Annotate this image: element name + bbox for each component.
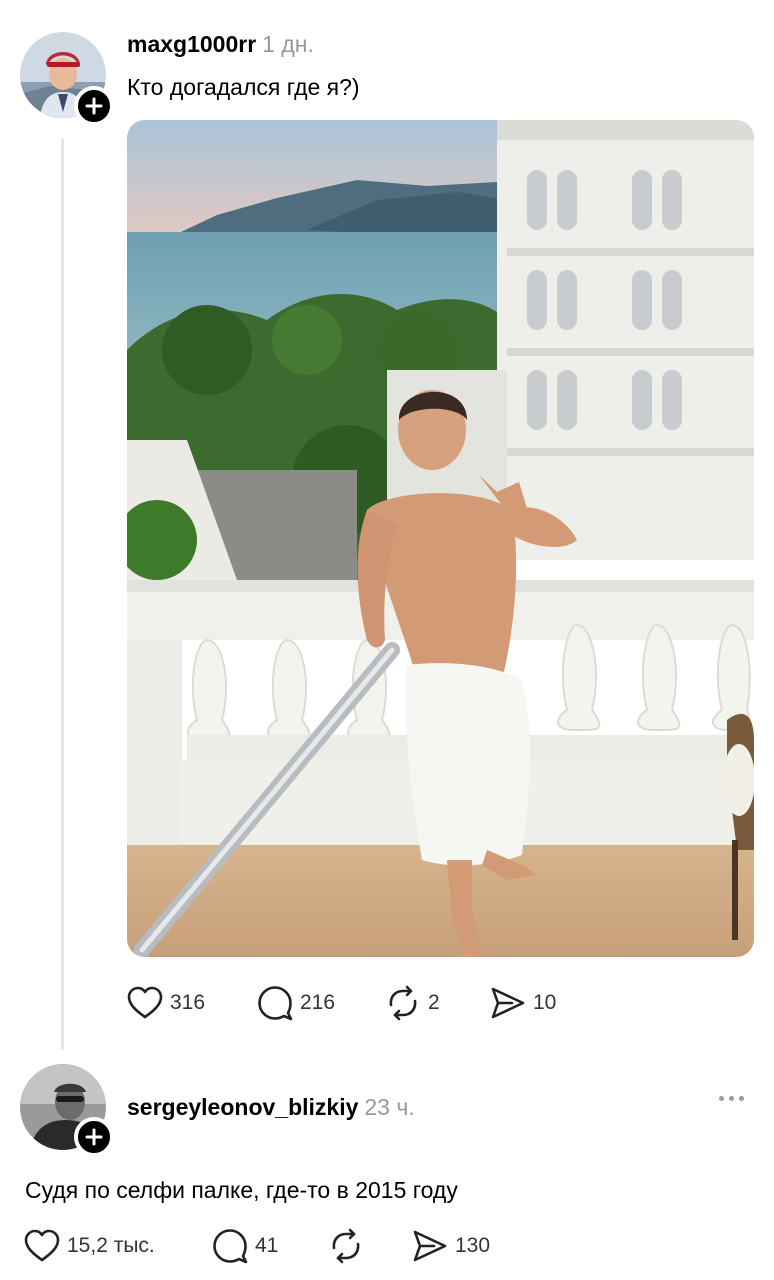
like-button[interactable]: 15,2 тыс. — [24, 1229, 212, 1263]
share-button[interactable]: 130 — [412, 1229, 490, 1263]
post-time: 1 дн. — [262, 31, 314, 57]
plus-icon — [85, 1128, 103, 1146]
repost-button[interactable]: 2 — [385, 985, 490, 1021]
post-actions: 316 216 2 10 — [127, 985, 556, 1021]
comment-button[interactable]: 216 — [257, 985, 385, 1021]
like-count: 15,2 тыс. — [67, 1234, 155, 1257]
post-photo[interactable] — [127, 120, 754, 957]
like-button[interactable]: 316 — [127, 986, 257, 1020]
comment-count: 41 — [255, 1234, 279, 1257]
username[interactable]: sergeyleonov_blizkiy — [127, 1094, 358, 1120]
repost-icon — [332, 1228, 360, 1264]
reply-header: sergeyleonov_blizkiy 23 ч. — [127, 1094, 415, 1121]
repost-count: 2 — [428, 991, 440, 1014]
share-icon — [491, 987, 525, 1019]
follow-button[interactable] — [74, 86, 114, 126]
thread-line — [61, 138, 64, 1050]
follow-button[interactable] — [74, 1117, 114, 1157]
like-count: 316 — [170, 991, 206, 1014]
comment-count: 216 — [300, 991, 336, 1014]
post-text: Кто догадался где я?) — [127, 74, 360, 100]
comment-icon — [213, 1229, 248, 1264]
username[interactable]: maxg1000rr — [127, 31, 256, 57]
share-count: 10 — [533, 991, 557, 1014]
comment-button[interactable]: 41 — [212, 1228, 328, 1264]
share-button[interactable]: 10 — [490, 986, 556, 1020]
heart-icon — [127, 986, 163, 1019]
comment-icon — [258, 986, 293, 1021]
more-icon[interactable] — [719, 1096, 744, 1101]
plus-icon — [85, 97, 103, 115]
heart-icon — [24, 1229, 60, 1262]
repost-icon — [389, 985, 417, 1021]
reply-text: Судя по селфи палке, где-то в 2015 году — [25, 1177, 458, 1203]
post-header: maxg1000rr 1 дн. — [127, 31, 314, 58]
reply-time: 23 ч. — [364, 1094, 415, 1120]
repost-button[interactable] — [328, 1228, 412, 1264]
reply-actions: 15,2 тыс. 41 130 — [24, 1228, 490, 1264]
share-icon — [413, 1230, 447, 1262]
share-count: 130 — [455, 1234, 491, 1257]
